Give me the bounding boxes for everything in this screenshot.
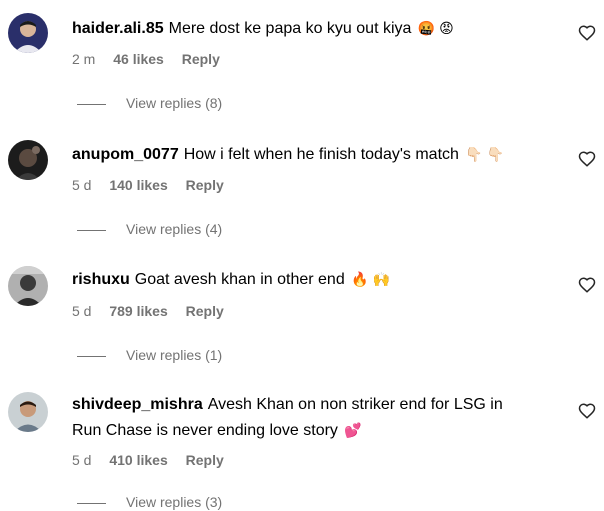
view-replies-button[interactable]: View replies (8) bbox=[77, 94, 222, 112]
reply-button[interactable]: Reply bbox=[186, 303, 224, 319]
emoji: 💕 bbox=[344, 422, 362, 438]
likes-count[interactable]: 46 likes bbox=[113, 51, 164, 67]
divider-line bbox=[77, 229, 106, 231]
view-replies-button[interactable]: View replies (4) bbox=[77, 220, 222, 238]
comment-meta: 2 m 46 likes Reply bbox=[72, 50, 234, 68]
comment-meta: 5 d 140 likes Reply bbox=[72, 176, 238, 194]
username[interactable]: haider.ali.85 bbox=[72, 20, 164, 37]
comment-text: Mere dost ke papa ko kyu out kiya bbox=[168, 20, 412, 37]
comment-text-row: anupom_0077 How i felt when he finish tod… bbox=[72, 142, 562, 167]
comment-text-row-2: Run Chase is never ending love story 💕 bbox=[72, 418, 562, 443]
divider-line bbox=[77, 502, 106, 504]
comment-text-row: rishuxu Goat avesh khan in other end 🔥 🙌 bbox=[72, 267, 562, 292]
heart-icon[interactable] bbox=[578, 150, 596, 168]
view-replies-label: View replies (1) bbox=[126, 347, 223, 363]
view-replies-button[interactable]: View replies (1) bbox=[77, 346, 222, 364]
comment-text: Goat avesh khan in other end bbox=[134, 271, 345, 288]
comment-text: Run Chase is never ending love story bbox=[72, 422, 338, 439]
likes-count[interactable]: 410 likes bbox=[109, 452, 167, 468]
likes-count[interactable]: 140 likes bbox=[109, 177, 167, 193]
comment-meta: 5 d 789 likes Reply bbox=[72, 302, 238, 320]
timestamp[interactable]: 5 d bbox=[72, 303, 91, 319]
username[interactable]: rishuxu bbox=[72, 271, 130, 288]
username[interactable]: anupom_0077 bbox=[72, 146, 179, 163]
heart-icon[interactable] bbox=[578, 24, 596, 42]
reply-button[interactable]: Reply bbox=[186, 452, 224, 468]
comment-text-row: shivdeep_mishra Avesh Khan on non striker… bbox=[72, 393, 562, 417]
view-replies-label: View replies (4) bbox=[126, 221, 223, 237]
avatar[interactable] bbox=[8, 140, 48, 180]
heart-icon[interactable] bbox=[578, 402, 596, 420]
reply-button[interactable]: Reply bbox=[186, 177, 224, 193]
view-replies-button[interactable]: View replies (3) bbox=[77, 493, 222, 511]
avatar[interactable] bbox=[8, 13, 48, 53]
divider-line bbox=[77, 355, 106, 357]
likes-count[interactable]: 789 likes bbox=[109, 303, 167, 319]
timestamp[interactable]: 5 d bbox=[72, 177, 91, 193]
reply-button[interactable]: Reply bbox=[182, 51, 220, 67]
comment-text-row: haider.ali.85 Mere dost ke papa ko kyu ou… bbox=[72, 16, 562, 41]
timestamp[interactable]: 5 d bbox=[72, 452, 91, 468]
comment-text: How i felt when he finish today's match bbox=[183, 146, 459, 163]
view-replies-label: View replies (8) bbox=[126, 95, 223, 111]
view-replies-label: View replies (3) bbox=[126, 494, 223, 510]
divider-line bbox=[77, 103, 106, 105]
avatar[interactable] bbox=[8, 392, 48, 432]
emoji: 🔥 🙌 bbox=[351, 271, 390, 287]
comment-meta: 5 d 410 likes Reply bbox=[72, 451, 238, 469]
emoji: 🤬 😡 bbox=[417, 20, 454, 36]
username[interactable]: shivdeep_mishra bbox=[72, 396, 203, 413]
comment-text: Avesh Khan on non striker end for LSG in bbox=[207, 396, 503, 413]
avatar[interactable] bbox=[8, 266, 48, 306]
emoji: 👇🏻 👇🏻 bbox=[465, 146, 505, 162]
timestamp[interactable]: 2 m bbox=[72, 51, 95, 67]
heart-icon[interactable] bbox=[578, 276, 596, 294]
